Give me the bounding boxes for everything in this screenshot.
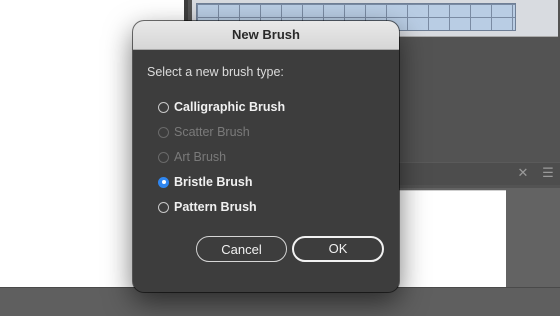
radio-label: Art Brush (174, 150, 227, 164)
panel-footer (398, 162, 560, 185)
cancel-button[interactable]: Cancel (196, 236, 287, 262)
radio-button (158, 126, 169, 138)
option-bristle-brush[interactable]: Bristle Brush (158, 173, 253, 191)
ok-button[interactable]: OK (292, 236, 384, 262)
radio-button-selected[interactable] (158, 176, 169, 188)
option-calligraphic-brush[interactable]: Calligraphic Brush (158, 98, 285, 116)
radio-button (158, 151, 169, 163)
artboard (398, 190, 506, 288)
option-scatter-brush: Scatter Brush (158, 123, 250, 141)
brush-options-icon[interactable]: ☰ (540, 166, 556, 180)
radio-label: Bristle Brush (174, 175, 253, 189)
radio-button[interactable] (158, 201, 169, 213)
radio-label: Calligraphic Brush (174, 100, 286, 114)
brush-type-prompt: Select a new brush type: (147, 65, 284, 79)
dialog-titlebar[interactable]: New Brush (133, 21, 399, 50)
delete-brush-icon[interactable]: ✕ (515, 166, 531, 180)
dialog-title: New Brush (232, 27, 300, 42)
radio-button[interactable] (158, 101, 169, 113)
option-pattern-brush[interactable]: Pattern Brush (158, 198, 257, 216)
option-art-brush: Art Brush (158, 148, 226, 166)
radio-label: Scatter Brush (174, 125, 250, 139)
radio-label: Pattern Brush (174, 200, 257, 214)
new-brush-dialog: New Brush Select a new brush type: Calli… (133, 21, 399, 292)
